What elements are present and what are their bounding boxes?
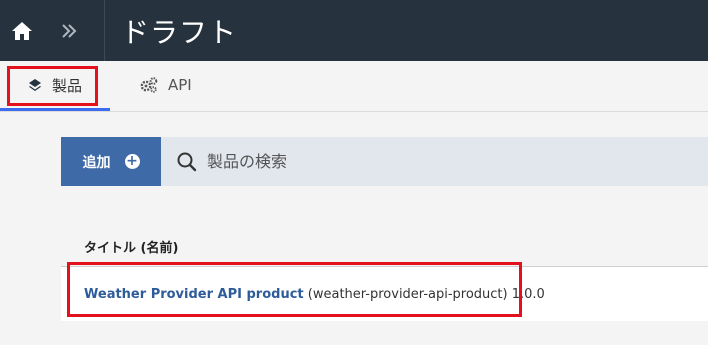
home-button[interactable] [0, 0, 44, 61]
tab-api-label: API [168, 76, 192, 94]
page-title: ドラフト [121, 16, 238, 49]
header-divider [104, 0, 105, 61]
home-icon [12, 21, 32, 40]
add-button[interactable]: 追加 + [61, 137, 161, 186]
tab-api[interactable]: API [140, 61, 192, 109]
highlight-box-product-row [67, 262, 522, 317]
search-input[interactable] [205, 151, 689, 172]
active-tab-indicator [0, 108, 110, 111]
search-icon [177, 152, 197, 171]
tab-bar: 製品 API [0, 61, 708, 112]
plus-circle-icon: + [124, 153, 140, 169]
gears-icon [140, 77, 158, 93]
double-chevron-right-icon [62, 23, 77, 38]
highlight-box-products-tab [7, 66, 98, 106]
column-header-title[interactable]: タイトル (名前) [84, 237, 178, 256]
top-header: ドラフト [0, 0, 708, 61]
expand-nav-button[interactable] [48, 0, 90, 61]
search-bar [161, 137, 708, 186]
add-button-label: 追加 [82, 154, 111, 171]
